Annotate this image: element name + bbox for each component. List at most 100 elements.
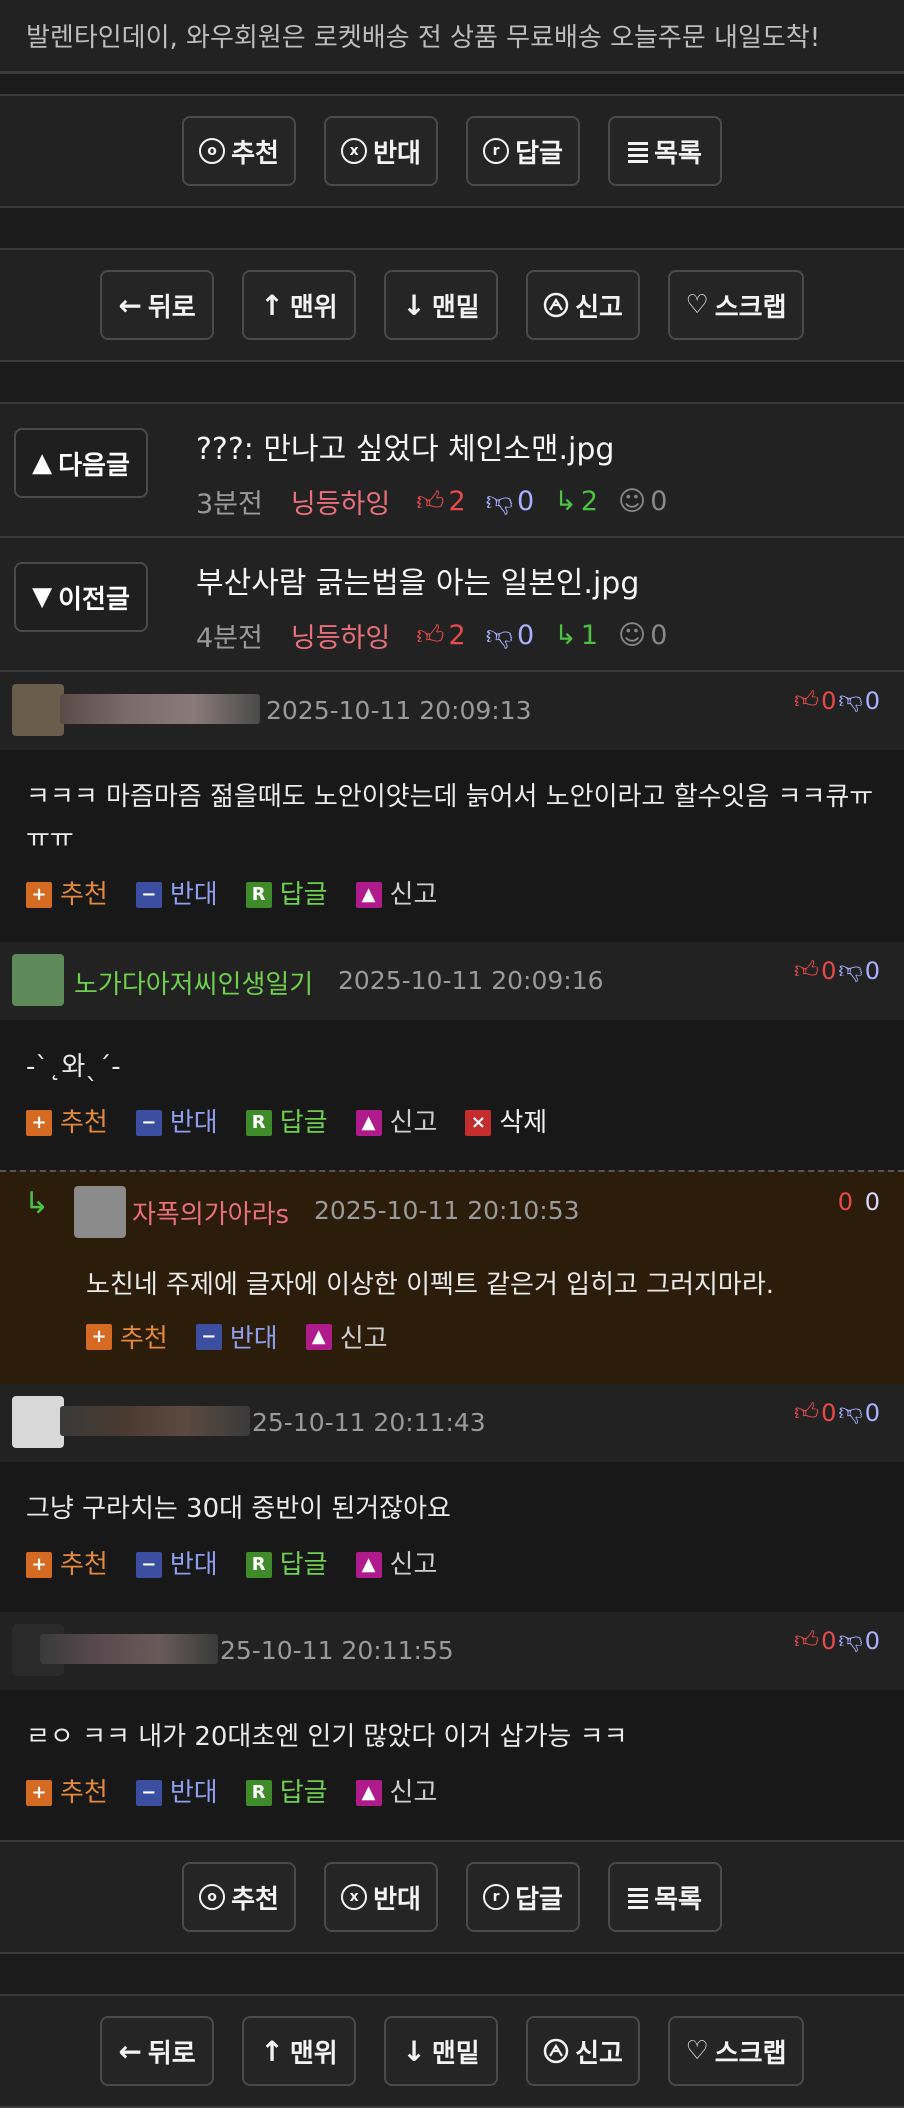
prev-post-title[interactable]: 부산사람 긁는법을 아는 일본인.jpg <box>196 558 675 602</box>
comment-report-button[interactable]: ▲ 신고 <box>305 1318 388 1355</box>
recommend-label: 추천 <box>231 138 279 169</box>
heart-icon: ♡ <box>685 290 709 320</box>
comment-date: 25-10-11 20:11:43 <box>252 1408 486 1437</box>
reply-button[interactable]: r 답글 <box>466 1862 580 1932</box>
oppose-label: 반대 <box>373 1884 421 1915</box>
comment-report-button[interactable]: ▲ 신고 <box>355 1544 438 1586</box>
prev-post-row[interactable]: ▼ 이전글 부산사람 긁는법을 아는 일본인.jpg 4분전 닝등하잉 👍︎ 2 👎… <box>0 538 904 672</box>
next-post-replies: 2 <box>580 486 599 517</box>
oppose-button[interactable]: x 반대 <box>324 116 438 186</box>
comment-oppose-label: 반대 <box>169 1108 218 1138</box>
comment-recommend-button[interactable]: + 추천 <box>26 1772 108 1814</box>
blurred-nickname <box>60 694 260 724</box>
prev-post-button[interactable]: ▼ 이전글 <box>14 562 148 632</box>
comment-oppose-label: 반대 <box>229 1324 278 1354</box>
top-button[interactable]: ↑ 맨위 <box>242 2016 356 2086</box>
recommend-button[interactable]: o 추천 <box>182 1862 296 1932</box>
avatar[interactable] <box>12 684 64 736</box>
comment-up-count: 0 <box>821 1626 837 1655</box>
comment-down-count: 0 <box>864 686 880 715</box>
minus-icon: − <box>135 1552 162 1578</box>
thumb-down-icon[interactable]: 👎︎ <box>838 956 862 985</box>
minus-icon: − <box>135 1780 162 1806</box>
reply-button[interactable]: r 답글 <box>466 116 580 186</box>
plus-icon: + <box>26 1110 52 1136</box>
triangle-down-icon: ▼ <box>32 582 53 612</box>
siren-icon: ▲ <box>305 1323 332 1350</box>
recommend-icon: o <box>199 138 226 164</box>
comment-report-button[interactable]: ▲ 신고 <box>355 1772 437 1814</box>
next-post-up: 2 <box>448 486 466 517</box>
report-icon <box>543 292 569 318</box>
thumb-up-icon[interactable]: 👍︎ <box>794 1398 819 1427</box>
list-button[interactable]: 목록 <box>608 116 722 186</box>
comment-recommend-button[interactable]: + 추천 <box>26 1102 108 1144</box>
scrap-button[interactable]: ♡ 스크랩 <box>668 2016 804 2086</box>
thumb-up-icon[interactable]: 👍︎ <box>794 1626 819 1655</box>
minus-icon: − <box>135 1110 162 1136</box>
next-post-row[interactable]: ▲ 다음글 ???: 만나고 싶었다 체인소맨.jpg 3분전 닝등하잉 👍︎ 2 … <box>0 404 904 538</box>
reply-r-icon: R <box>245 1110 272 1136</box>
avatar[interactable] <box>12 954 64 1006</box>
report-button[interactable]: 신고 <box>526 2016 640 2086</box>
thumb-down-icon[interactable]: 👎︎ <box>838 1398 862 1427</box>
back-button[interactable]: ← 뒤로 <box>100 2016 214 2086</box>
oppose-button[interactable]: x 반대 <box>324 1862 438 1932</box>
thumb-down-icon[interactable]: 👎︎ <box>838 686 862 715</box>
thumb-up-icon[interactable]: 👍︎ <box>794 956 819 985</box>
comment-reply-button[interactable]: R 답글 <box>245 1544 328 1586</box>
comment-recommend-button[interactable]: + 추천 <box>26 1544 108 1586</box>
scrap-label: 스크랩 <box>714 2038 787 2069</box>
comment-report-label: 신고 <box>339 1324 388 1354</box>
comment-oppose-button[interactable]: − 반대 <box>135 1544 218 1586</box>
comment-report-button[interactable]: ▲ 신고 <box>355 874 437 916</box>
back-button[interactable]: ← 뒤로 <box>100 270 214 340</box>
comment-report-label: 신고 <box>389 1550 438 1580</box>
comment-reply-label: 답글 <box>279 880 328 910</box>
report-label: 신고 <box>575 292 623 323</box>
comment-reply-label: 답글 <box>279 1550 328 1580</box>
prev-post-time: 4분전 <box>196 623 263 654</box>
next-post-views: 0 <box>650 486 668 517</box>
post-navigation: ▲ 다음글 ???: 만나고 싶었다 체인소맨.jpg 3분전 닝등하잉 👍︎ 2 … <box>0 402 904 672</box>
scrap-button[interactable]: ♡ 스크랩 <box>668 270 804 340</box>
report-button[interactable]: 신고 <box>526 270 640 340</box>
thumb-down-icon[interactable]: 👎︎ <box>838 1626 862 1655</box>
comment-oppose-button[interactable]: − 반대 <box>135 874 218 916</box>
prev-post-author[interactable]: 닝등하잉 <box>291 616 390 655</box>
next-post-title[interactable]: ???: 만나고 싶었다 체인소맨.jpg <box>196 424 675 468</box>
comment-oppose-button[interactable]: − 반대 <box>195 1318 278 1355</box>
thumb-up-icon[interactable]: 👍︎ <box>794 686 819 715</box>
comment-reply-button[interactable]: R 답글 <box>245 1772 328 1814</box>
comment-nickname[interactable]: 자폭의가아라s <box>132 1194 289 1231</box>
comment-header: 25-10-11 20:11:55 👍︎ 0 👎︎ 0 <box>0 1612 904 1690</box>
list-button[interactable]: 목록 <box>608 1862 722 1932</box>
comment-text: -`˛와ˎ´- <box>26 1052 121 1082</box>
comment-oppose-button[interactable]: − 반대 <box>135 1772 218 1814</box>
comment-recommend-label: 추천 <box>60 1108 108 1138</box>
comment-recommend-button[interactable]: + 추천 <box>86 1318 168 1355</box>
avatar[interactable] <box>74 1186 126 1238</box>
comment-list: 2025-10-11 20:09:13 👍︎ 0 👎︎ 0 ㅋㅋㅋ 마즘마즘 젊을때… <box>0 672 904 1840</box>
promo-banner[interactable]: 발렌타인데이, 와우회원은 로켓배송 전 상품 무료배송 오늘주문 내일도착! <box>0 0 904 74</box>
comment-nickname[interactable]: 노가다아저씨인생일기 <box>74 964 313 1001</box>
comment-delete-button[interactable]: × 삭제 <box>465 1102 547 1144</box>
bottom-button[interactable]: ↓ 맨밑 <box>384 2016 498 2086</box>
next-post-button[interactable]: ▲ 다음글 <box>14 428 148 498</box>
comment-oppose-label: 반대 <box>169 880 218 910</box>
comment-reply-button[interactable]: R 답글 <box>245 874 328 916</box>
comment-reply-button[interactable]: R 답글 <box>245 1102 328 1144</box>
next-post-author[interactable]: 닝등하잉 <box>291 482 390 521</box>
plus-icon: + <box>26 882 52 908</box>
comment-recommend-button[interactable]: + 추천 <box>26 874 108 916</box>
comment-report-button[interactable]: ▲ 신고 <box>355 1102 437 1144</box>
top-button[interactable]: ↑ 맨위 <box>242 270 356 340</box>
comment-oppose-button[interactable]: − 반대 <box>135 1102 218 1144</box>
comment-text: 노친네 주제에 글자에 이상한 이펙트 같은거 입히고 그러지마라. <box>86 1270 775 1300</box>
recommend-button[interactable]: o 추천 <box>182 116 296 186</box>
bottom-button[interactable]: ↓ 맨밑 <box>384 270 498 340</box>
reply-label: 답글 <box>515 138 563 169</box>
bottom-label: 맨밑 <box>431 292 480 323</box>
avatar[interactable] <box>12 1396 64 1448</box>
comment-header: 노가다아저씨인생일기 2025-10-11 20:09:16 👍︎ 0 👎︎ 0 <box>0 942 904 1020</box>
